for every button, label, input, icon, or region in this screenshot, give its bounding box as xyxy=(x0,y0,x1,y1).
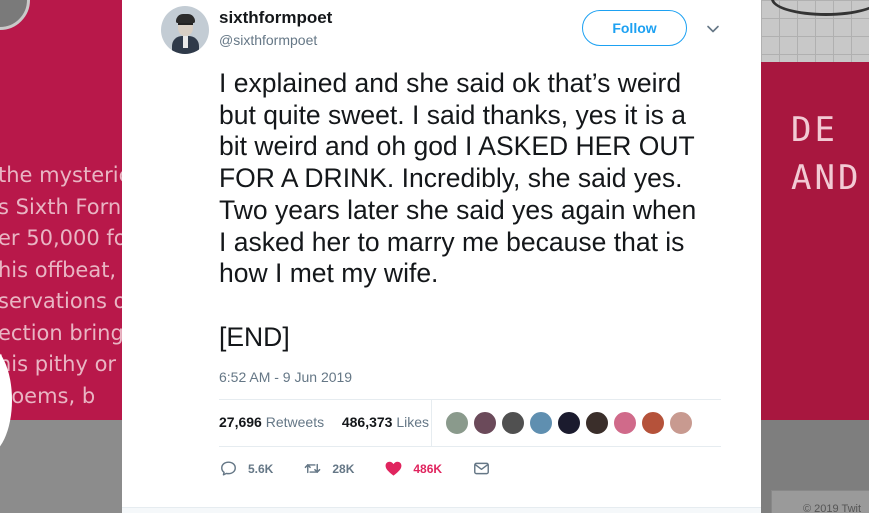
like-button[interactable]: 486K xyxy=(384,459,442,478)
author-avatar[interactable] xyxy=(161,6,209,54)
avatar-glasses xyxy=(178,23,193,27)
background-text-line: his pithy or xyxy=(0,352,117,376)
sign-line: AND xyxy=(791,158,862,198)
tweet-text-line: how I met my wife. xyxy=(219,258,439,289)
liker-avatar[interactable] xyxy=(472,410,498,436)
liker-avatars xyxy=(444,410,696,436)
retweets-count: 27,696 xyxy=(219,414,262,430)
retweets-stat[interactable]: 27,696 Retweets xyxy=(219,414,324,430)
background-article-text: the mysteric s Sixth Forn er 50,000 fol … xyxy=(0,160,122,412)
tweet-text-line: bit weird and oh god I ASKED HER OUT xyxy=(219,131,695,162)
envelope-icon xyxy=(474,462,490,475)
background-text-line: er 50,000 fol xyxy=(0,226,122,250)
stats-separator xyxy=(431,400,432,446)
likes-stat[interactable]: 486,373 Likes xyxy=(342,414,429,430)
background-text-line: s Sixth Forn xyxy=(0,194,122,219)
background-footer-text: © 2019 Twit xyxy=(803,503,862,513)
sign-line: DE xyxy=(791,110,838,150)
liker-avatar[interactable] xyxy=(556,410,582,436)
tweet-text-line: I explained and she said ok that’s weird xyxy=(219,68,682,98)
heart-icon xyxy=(385,461,402,476)
tweet-bottom-strip xyxy=(122,507,761,513)
retweets-label: Retweets xyxy=(265,414,325,430)
background-text-line: servations o xyxy=(0,289,122,313)
tweet-text-line: FOR A DRINK. Incredibly, she said yes. xyxy=(219,163,683,194)
liker-avatar[interactable] xyxy=(500,410,526,436)
author-handle[interactable]: @sixthformpoet xyxy=(219,32,317,48)
like-count: 486K xyxy=(413,461,443,476)
background-right-panel: DE AND © 2019 Twit xyxy=(761,0,869,513)
author-name[interactable]: sixthformpoet xyxy=(219,8,332,28)
likes-count: 486,373 xyxy=(341,414,393,430)
avatar-hair xyxy=(176,14,195,23)
tweet-text: I explained and she said ok that’s weird… xyxy=(219,68,739,353)
tweet-actions: 5.6K 28K 486K xyxy=(219,459,531,478)
background-text-line: his offbeat, xyxy=(0,257,117,282)
liker-avatar[interactable] xyxy=(528,410,554,436)
liker-avatar[interactable] xyxy=(584,410,610,436)
background-text-line: poems, b xyxy=(0,383,96,408)
engagement-stats: 27,696 Retweets 486,373 Likes xyxy=(219,414,429,430)
retweet-count: 28K xyxy=(332,461,355,476)
tweet-card: sixthformpoet @sixthformpoet Follow I ex… xyxy=(122,0,761,513)
reply-button[interactable]: 5.6K xyxy=(219,459,273,478)
background-gray-band xyxy=(0,420,122,513)
background-text-line: ection brings xyxy=(0,320,122,345)
background-left-panel: the mysteric s Sixth Forn er 50,000 fol … xyxy=(0,0,122,513)
tweet-end-marker: [END] xyxy=(219,321,290,352)
retweet-icon xyxy=(305,463,321,474)
chevron-down-icon[interactable] xyxy=(705,21,721,37)
reply-icon xyxy=(221,461,236,476)
tweet-timestamp[interactable]: 6:52 AM - 9 Jun 2019 xyxy=(219,369,352,385)
avatar-collar xyxy=(183,36,188,48)
follow-button[interactable]: Follow xyxy=(582,10,687,46)
liker-avatar[interactable] xyxy=(444,410,470,436)
reply-count: 5.6K xyxy=(248,461,274,476)
tweet-text-line: but quite sweet. I said thanks, yes it i… xyxy=(219,99,686,130)
background-handwritten-sign: DE AND xyxy=(791,106,861,202)
liker-avatar[interactable] xyxy=(612,410,638,436)
likes-label: Likes xyxy=(396,414,430,430)
liker-avatar[interactable] xyxy=(640,410,666,436)
liker-avatar[interactable] xyxy=(668,410,694,436)
divider xyxy=(219,446,721,447)
background-text-line: the mysteric xyxy=(0,163,122,187)
divider xyxy=(219,399,721,400)
retweet-button[interactable]: 28K xyxy=(303,459,354,478)
direct-message-button[interactable] xyxy=(472,459,501,478)
tweet-text-line: Two years later she said yes again when xyxy=(219,194,697,225)
tweet-text-line: I asked her to marry me because that is xyxy=(219,226,685,257)
